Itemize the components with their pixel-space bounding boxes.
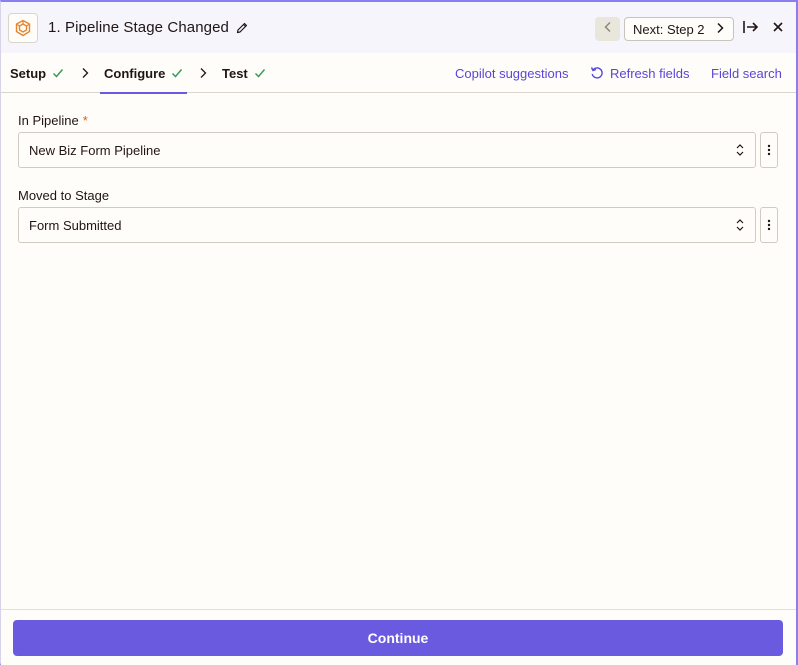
app-logo-icon <box>8 13 38 43</box>
moved-to-stage-label: Moved to Stage <box>18 188 109 203</box>
field-search-link[interactable]: Field search <box>711 53 782 93</box>
in-pipeline-label: In Pipeline * <box>18 113 88 128</box>
field-search-label: Field search <box>711 65 782 81</box>
in-pipeline-options-button[interactable] <box>760 132 778 168</box>
panel-header: 1. Pipeline Stage Changed Next: Step 2 <box>1 2 796 53</box>
in-pipeline-value: New Biz Form Pipeline <box>29 142 161 158</box>
moved-to-stage-value: Form Submitted <box>29 217 122 233</box>
next-step-button[interactable]: Next: Step 2 <box>624 17 734 41</box>
previous-step-button[interactable] <box>595 17 620 41</box>
tab-setup[interactable]: Setup <box>10 53 64 93</box>
tab-label: Configure <box>104 65 166 81</box>
step-title[interactable]: 1. Pipeline Stage Changed <box>48 19 249 36</box>
step-editor-panel: 1. Pipeline Stage Changed Next: Step 2 S… <box>0 0 798 665</box>
continue-button[interactable]: Continue <box>13 620 783 656</box>
chevron-left-icon <box>603 20 613 38</box>
refresh-fields-label: Refresh fields <box>610 65 690 81</box>
field-label-text: In Pipeline <box>18 113 79 128</box>
select-arrows-icon <box>735 217 745 233</box>
chevron-right-icon <box>80 53 90 93</box>
select-arrows-icon <box>735 142 745 158</box>
check-icon <box>52 67 64 79</box>
check-icon <box>254 67 266 79</box>
kebab-menu-icon <box>767 218 771 232</box>
tab-label: Test <box>222 65 248 81</box>
tab-configure[interactable]: Configure <box>99 53 188 94</box>
pencil-icon[interactable] <box>235 21 249 35</box>
chevron-right-icon <box>198 53 208 93</box>
refresh-icon <box>590 66 604 80</box>
close-button[interactable] <box>769 20 787 38</box>
step-tabs: Setup Configure Test Copilot suggestions <box>1 53 796 94</box>
next-step-label: Next: Step 2 <box>633 21 705 37</box>
refresh-fields-button[interactable]: Refresh fields <box>590 53 689 93</box>
collapse-panel-button[interactable] <box>741 19 761 39</box>
required-marker: * <box>82 113 88 128</box>
chevron-right-icon <box>715 22 725 37</box>
close-icon <box>772 20 784 38</box>
moved-to-stage-select[interactable]: Form Submitted <box>18 207 756 243</box>
copilot-suggestions-link[interactable]: Copilot suggestions <box>455 53 568 93</box>
step-title-text: 1. Pipeline Stage Changed <box>48 19 229 36</box>
continue-label: Continue <box>367 630 429 646</box>
check-icon <box>171 67 183 79</box>
moved-to-stage-options-button[interactable] <box>760 207 778 243</box>
field-label-text: Moved to Stage <box>18 188 110 203</box>
kebab-menu-icon <box>767 143 771 157</box>
tab-test[interactable]: Test <box>222 53 266 93</box>
tab-label: Setup <box>10 65 47 81</box>
copilot-suggestions-label: Copilot suggestions <box>455 65 569 81</box>
in-pipeline-select[interactable]: New Biz Form Pipeline <box>18 132 756 168</box>
collapse-arrow-icon <box>742 19 760 40</box>
